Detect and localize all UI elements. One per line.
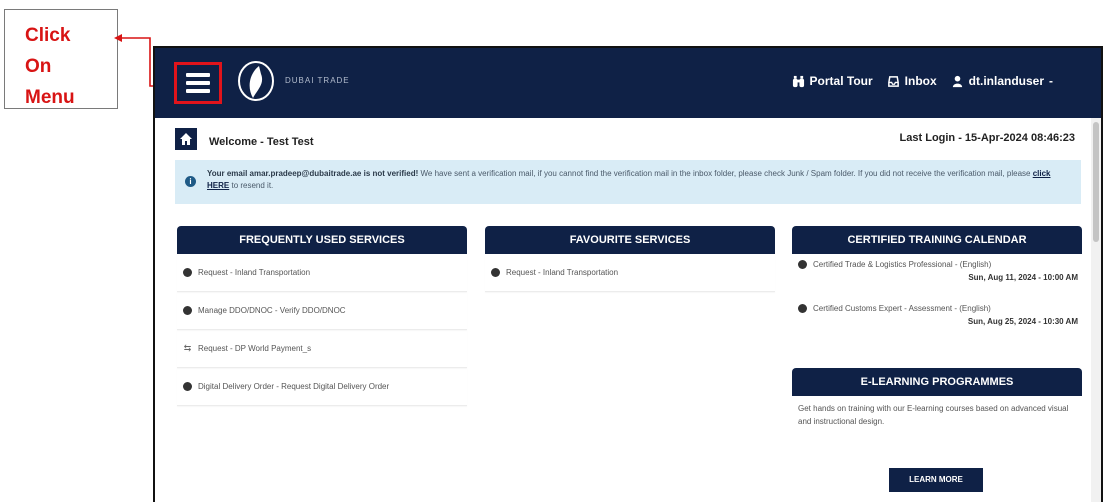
home-icon[interactable] xyxy=(175,128,197,150)
training-item[interactable]: Certified Trade & Logistics Professional… xyxy=(792,254,1082,298)
service-item[interactable]: ⇆ Request - DP World Payment_s xyxy=(177,330,467,368)
last-login-text: Last Login - 15-Apr-2024 08:46:23 xyxy=(899,132,1075,144)
service-item[interactable]: Manage DDO/DNOC - Verify DDO/DNOC xyxy=(177,292,467,330)
inbox-label: Inbox xyxy=(904,74,937,88)
top-navigation-bar: DUBAI TRADE Portal Tour Inbox dt.inlandu… xyxy=(155,48,1101,118)
scrollbar-thumb[interactable] xyxy=(1093,122,1099,242)
vertical-scrollbar[interactable] xyxy=(1091,118,1101,502)
screenshot-page: Click On Menu DUBAI TRADE Portal Tour In… xyxy=(0,0,1108,502)
service-icon xyxy=(183,382,192,391)
portal-tour-link[interactable]: Portal Tour xyxy=(792,74,873,88)
service-label: Manage DDO/DNOC - Verify DDO/DNOC xyxy=(198,306,346,315)
favourite-label: Request - Inland Transportation xyxy=(506,268,619,277)
service-label: Request - DP World Payment_s xyxy=(198,344,312,353)
welcome-text: Welcome - Test Test xyxy=(209,136,314,148)
frequently-used-title: FREQUENTLY USED SERVICES xyxy=(177,226,467,254)
alert-email-message: Your email amar.pradeep@dubaitrade.ae is… xyxy=(207,169,419,178)
training-icon xyxy=(798,260,807,269)
elearning-title: E-LEARNING PROGRAMMES xyxy=(792,368,1082,396)
alert-body: We have sent a verification mail, if you… xyxy=(420,169,1031,178)
logo-text: DUBAI TRADE xyxy=(285,76,350,85)
training-name: Certified Trade & Logistics Professional… xyxy=(813,260,992,269)
callout-line-2: On xyxy=(25,56,52,77)
service-label: Request - Inland Transportation xyxy=(198,268,311,277)
menu-icon-bar xyxy=(186,73,210,77)
hamburger-menu-button[interactable] xyxy=(174,62,222,104)
service-label: Digital Delivery Order - Request Digital… xyxy=(198,382,390,391)
inbox-icon xyxy=(887,75,899,87)
user-icon xyxy=(952,75,962,87)
service-icon xyxy=(183,268,192,277)
service-item[interactable]: Request - Inland Transportation xyxy=(177,254,467,292)
alert-tail: to resend it. xyxy=(231,181,274,190)
training-calendar-title: CERTIFIED TRAINING CALENDAR xyxy=(792,226,1082,254)
favourite-item[interactable]: Request - Inland Transportation xyxy=(485,254,775,292)
training-item[interactable]: Certified Customs Expert - Assessment - … xyxy=(792,298,1082,342)
elearning-panel: E-LEARNING PROGRAMMES Get hands on train… xyxy=(792,368,1082,498)
user-menu[interactable]: dt.inlanduser - xyxy=(951,74,1053,88)
portal-tour-label: Portal Tour xyxy=(809,74,873,88)
favourite-services-title: FAVOURITE SERVICES xyxy=(485,226,775,254)
training-date: Sun, Aug 25, 2024 - 10:30 AM xyxy=(967,317,1078,326)
username-label: dt.inlanduser xyxy=(968,74,1044,88)
app-window: DUBAI TRADE Portal Tour Inbox dt.inlandu… xyxy=(153,46,1103,502)
service-icon xyxy=(491,268,500,277)
payment-icon: ⇆ xyxy=(183,343,192,353)
dubai-trade-logo[interactable]: DUBAI TRADE xyxy=(235,60,350,102)
logo-mark-icon xyxy=(238,61,274,101)
training-date: Sun, Aug 11, 2024 - 10:00 AM xyxy=(968,273,1078,282)
callout-line-1: Click xyxy=(25,25,71,46)
info-icon: i xyxy=(185,176,196,187)
learn-more-button[interactable]: LEARN MORE xyxy=(889,468,983,492)
callout-line-3: Menu xyxy=(25,87,75,108)
service-icon xyxy=(183,306,192,315)
user-dropdown-indicator: - xyxy=(1049,74,1053,88)
user-actions: Portal Tour Inbox dt.inlanduser - xyxy=(792,74,1053,88)
elearning-description: Get hands on training with our E-learnin… xyxy=(798,404,1069,426)
training-name: Certified Customs Expert - Assessment - … xyxy=(813,304,991,313)
instruction-callout: Click On Menu xyxy=(4,9,118,109)
training-calendar-panel: CERTIFIED TRAINING CALENDAR Certified Tr… xyxy=(792,226,1082,342)
inbox-link[interactable]: Inbox xyxy=(887,74,937,88)
app-screen: DUBAI TRADE Portal Tour Inbox dt.inlandu… xyxy=(155,48,1101,502)
email-verification-alert: i Your email amar.pradeep@dubaitrade.ae … xyxy=(175,160,1081,204)
home-glyph-icon xyxy=(180,133,192,145)
service-item[interactable]: Digital Delivery Order - Request Digital… xyxy=(177,368,467,406)
binoculars-icon xyxy=(792,75,804,87)
training-icon xyxy=(798,304,807,313)
menu-icon-bar xyxy=(186,89,210,93)
favourite-services-panel: FAVOURITE SERVICES Request - Inland Tran… xyxy=(485,226,775,292)
menu-icon-bar xyxy=(186,81,210,85)
welcome-row: Welcome - Test Test Last Login - 15-Apr-… xyxy=(175,128,1075,154)
frequently-used-services-panel: FREQUENTLY USED SERVICES Request - Inlan… xyxy=(177,226,467,406)
